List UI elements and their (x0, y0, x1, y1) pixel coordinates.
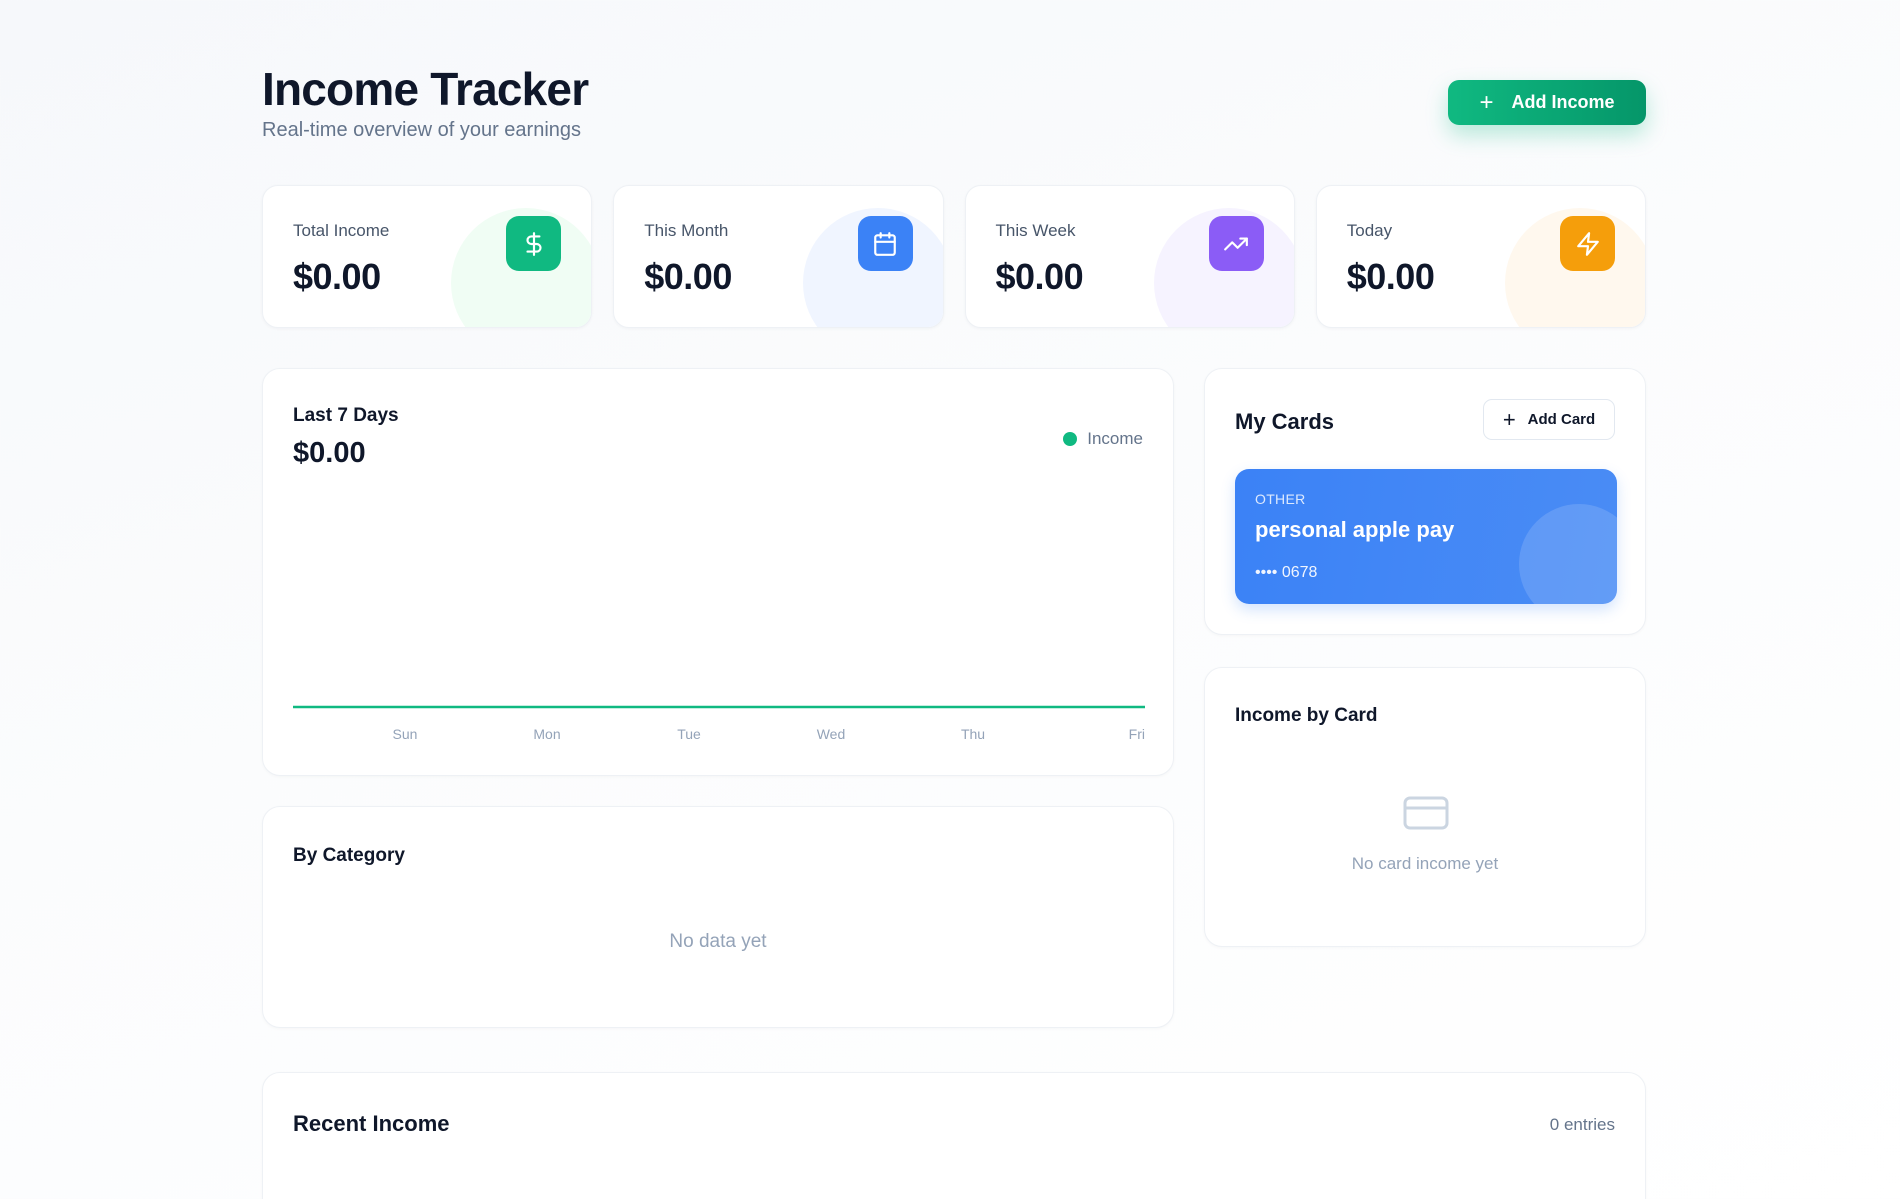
recent-income-title: Recent Income (293, 1111, 450, 1136)
category-title: By Category (293, 845, 405, 866)
stat-label: Total Income (293, 221, 390, 240)
add-card-label: Add Card (1527, 411, 1596, 428)
card-name: personal apple pay (1255, 517, 1455, 542)
stat-card-total-income: Total Income $0.00 (262, 185, 593, 328)
my-cards-title: My Cards (1235, 409, 1335, 434)
trending-up-icon (1208, 216, 1264, 271)
by-category-panel: By Category No data yet (262, 806, 1174, 1028)
stat-label: This Month (644, 221, 729, 240)
x-tick-label: Tue (677, 726, 701, 742)
stat-value: $0.00 (995, 256, 1084, 297)
card-type: OTHER (1255, 491, 1306, 507)
plus-icon: + (1479, 88, 1494, 116)
header: Income Tracker Real-time overview of you… (262, 0, 1646, 185)
stat-label: Today (1346, 221, 1393, 240)
line-chart: Sun Mon Tue Wed Thu Fri (293, 705, 1145, 742)
card-decor (1519, 504, 1617, 604)
dollar-icon (506, 216, 562, 271)
page: Income Tracker Real-time overview of you… (0, 0, 1900, 1199)
page-title: Income Tracker (262, 63, 589, 115)
x-tick-label: Thu (961, 726, 985, 742)
payment-card[interactable]: OTHER personal apple pay •••• 0678 (1235, 469, 1617, 604)
income-by-card-empty-message: No card income yet (1351, 854, 1499, 873)
stat-card-this-month: This Month $0.00 (613, 185, 944, 328)
stat-value: $0.00 (644, 256, 732, 297)
stat-label: This Week (995, 221, 1076, 240)
x-tick-label: Mon (533, 726, 560, 742)
main-container: Income Tracker Real-time overview of you… (262, 0, 1646, 1199)
last-7-days-panel: Last 7 Days $0.00 Income Sun Mon Tue Wed Thu… (262, 368, 1174, 776)
recent-income-panel: Recent Income 0 entries (262, 1072, 1646, 1199)
income-by-card-panel: Income by Card No card income yet (1204, 667, 1646, 947)
card-number: •••• 0678 (1255, 564, 1318, 581)
x-tick-label: Sun (393, 726, 418, 742)
x-tick-label: Fri (1129, 726, 1145, 742)
page-subtitle: Real-time overview of your earnings (262, 119, 582, 141)
plus-icon: + (1502, 406, 1516, 432)
calendar-icon (857, 216, 913, 271)
credit-card-icon (1403, 796, 1449, 830)
lightning-icon (1560, 216, 1615, 271)
income-by-card-title: Income by Card (1235, 705, 1378, 726)
add-income-button[interactable]: + Add Income (1448, 80, 1646, 125)
stat-value: $0.00 (1346, 256, 1435, 297)
stat-card-today: Today $0.00 (1315, 185, 1646, 328)
stats-row: Total Income $0.00 This Month $0.00 This… (262, 185, 1646, 328)
entries-count: 0 entries (1549, 1115, 1615, 1134)
x-tick-label: Wed (817, 726, 846, 742)
add-card-button[interactable]: + Add Card (1483, 399, 1615, 440)
stat-value: $0.00 (293, 256, 381, 297)
my-cards-panel: My Cards + Add Card OTHER personal apple… (1204, 368, 1646, 635)
add-income-label: Add Income (1511, 92, 1615, 112)
stat-card-this-week: This Week $0.00 (964, 185, 1295, 328)
category-empty-message: No data yet (669, 931, 767, 952)
